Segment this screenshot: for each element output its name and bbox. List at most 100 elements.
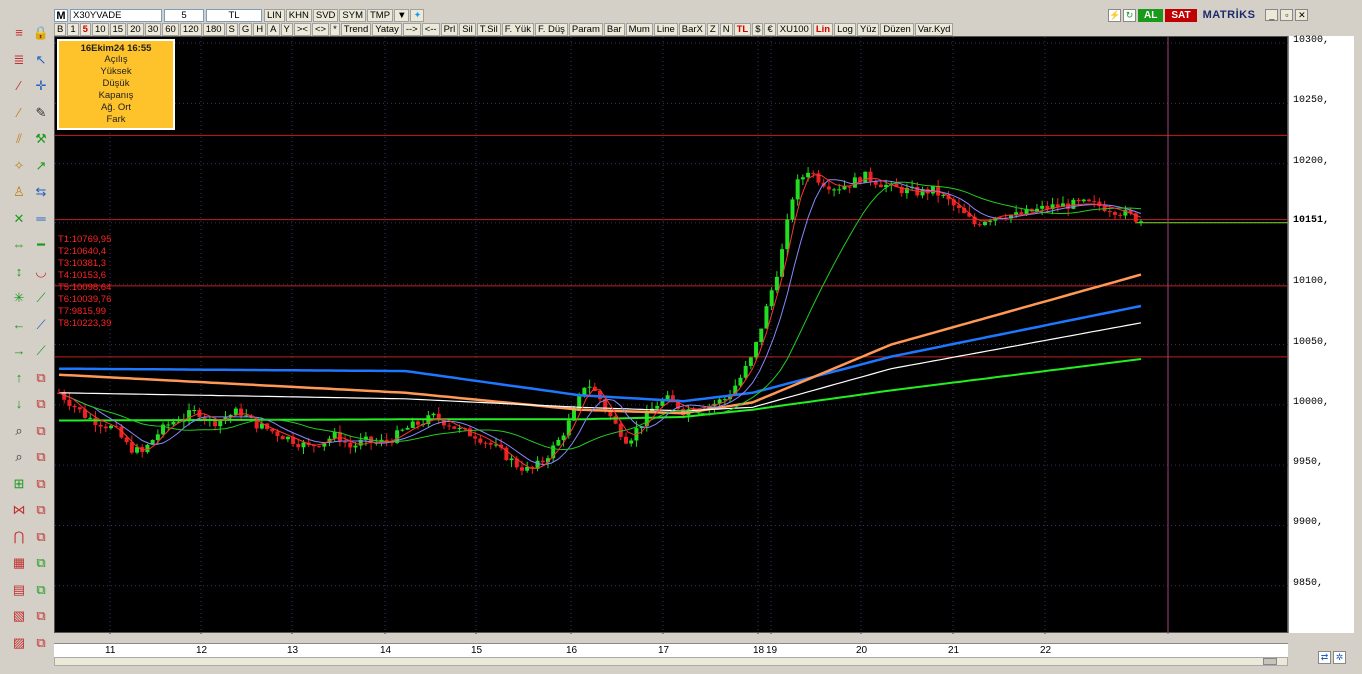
toolbar-button-sym36-36[interactable]: € xyxy=(764,22,776,36)
toolbar-button-h-12[interactable]: H xyxy=(253,22,267,36)
dropdown-arrow-icon[interactable]: ▼ xyxy=(394,8,410,22)
toolbar-button-line-30[interactable]: Line xyxy=(653,22,678,36)
period-combo[interactable]: 5 xyxy=(164,8,204,22)
scissors-icon[interactable]: ⋈ xyxy=(10,501,28,519)
menu-icon[interactable]: ≡ xyxy=(10,24,28,42)
toolbar-button-10-3[interactable]: 10 xyxy=(91,22,109,36)
toolbar-button-sym20-20[interactable]: --> xyxy=(402,22,421,36)
toolbar-button-180-9[interactable]: 180 xyxy=(202,22,225,36)
currency-combo[interactable]: TL xyxy=(206,8,262,22)
toolbar-button-mum-29[interactable]: Mum xyxy=(625,22,653,36)
toolbar-button-60-7[interactable]: 60 xyxy=(162,22,179,36)
stripe-icon[interactable]: ⧉ xyxy=(32,554,50,572)
bounce-icon[interactable]: ⧉ xyxy=(32,607,50,625)
cross-icon[interactable]: ⟋ xyxy=(32,316,50,334)
price-chart[interactable] xyxy=(55,37,1289,634)
toolbar-button-30-6[interactable]: 30 xyxy=(144,22,162,36)
corner-icon[interactable]: ▨ xyxy=(10,634,28,652)
asterisk-icon[interactable]: ✳ xyxy=(10,289,28,307)
bell-icon[interactable]: ♙ xyxy=(10,183,28,201)
grid-icon[interactable]: ⊞ xyxy=(10,475,28,493)
toolbar-button-fyk-25[interactable]: F. Yük xyxy=(501,22,534,36)
toolbar-button-20-5[interactable]: 20 xyxy=(127,22,144,36)
shrink-icon[interactable]: ⇔ xyxy=(10,236,28,254)
toolbar-button-fd-26[interactable]: F. Düş xyxy=(534,22,568,36)
cup-icon[interactable]: ◡ xyxy=(32,263,50,281)
toolbar-button-sym21-21[interactable]: <-- xyxy=(421,22,440,36)
settings-icon[interactable]: ✲ xyxy=(1333,650,1346,664)
toolbar-button-z-32[interactable]: Z xyxy=(706,22,719,36)
expand-icon[interactable]: ✕ xyxy=(10,210,28,228)
toolbar-button-sym35-35[interactable]: $ xyxy=(752,22,764,36)
ladder-icon[interactable]: ⧉ xyxy=(32,501,50,519)
toolbar-button-yz-40[interactable]: Yüz xyxy=(856,22,880,36)
time-axis[interactable]: 11 12 13 14 15 16 17 18 19 20 21 22 xyxy=(54,643,1288,657)
toolbar-button-5-2[interactable]: 5 xyxy=(79,22,91,36)
arrows-icon[interactable]: ⇆ xyxy=(32,183,50,201)
updown-icon[interactable]: ↕ xyxy=(10,263,28,281)
candle-icon[interactable]: ⧉ xyxy=(32,395,50,413)
toolbar-button-y-14[interactable]: Y xyxy=(280,22,293,36)
toolbar-button-prl-22[interactable]: Prl xyxy=(440,22,459,36)
magnet-icon[interactable]: ⋂ xyxy=(10,528,28,546)
step-icon[interactable]: ▧ xyxy=(10,607,28,625)
zoom-icon[interactable]: ⌕ xyxy=(10,448,28,466)
scrollbar-thumb[interactable] xyxy=(1263,658,1277,665)
buy-button[interactable]: AL xyxy=(1138,8,1164,22)
search-icon[interactable]: ⌕ xyxy=(10,422,28,440)
slope-icon[interactable]: ⧉ xyxy=(32,581,50,599)
toolbar-button-sym[interactable]: SYM xyxy=(339,8,366,22)
toolbar-button-param-27[interactable]: Param xyxy=(568,22,603,36)
minus-icon[interactable]: ━ xyxy=(32,236,50,254)
tool-icon[interactable]: ⚒ xyxy=(32,130,50,148)
sync-icon[interactable]: ⇄ xyxy=(1318,650,1331,664)
lock-icon[interactable]: 🔒 xyxy=(32,24,50,42)
ruler-icon[interactable]: ⧉ xyxy=(32,448,50,466)
toolbar-button-a-13[interactable]: A xyxy=(267,22,280,36)
sell-button[interactable]: SAT xyxy=(1165,8,1197,22)
toolbar-button-120-8[interactable]: 120 xyxy=(179,22,202,36)
left-icon[interactable]: ← xyxy=(10,316,28,334)
diag-icon[interactable]: ⟋ xyxy=(32,342,50,360)
toolbar-button-xu100-37[interactable]: XU100 xyxy=(776,22,812,36)
arrow-ne-icon[interactable]: ↖ xyxy=(32,51,50,69)
minimize-button[interactable]: _ xyxy=(1265,9,1279,21)
toolbar-button-sil-23[interactable]: Sil xyxy=(459,22,476,36)
toolbar-button-g-11[interactable]: G xyxy=(238,22,253,36)
toolbar-button-dzen-41[interactable]: Düzen xyxy=(880,22,914,36)
leaf-icon[interactable]: ⟋ xyxy=(32,289,50,307)
toolbar-button-n-33[interactable]: N xyxy=(719,22,733,36)
price-axis[interactable]: 10300, 10250, 10200, 10151, 10100, 10050, 1000… xyxy=(1288,35,1354,633)
dot-icon[interactable]: ▦ xyxy=(10,554,28,572)
toolbar-button-sym16-16[interactable]: <> xyxy=(311,22,330,36)
toolbar-button-sym17-17[interactable]: * xyxy=(330,22,340,36)
toolbar-button-lin[interactable]: LIN xyxy=(264,8,285,22)
toolbar-button-trend-18[interactable]: Trend xyxy=(340,22,372,36)
toolbar-button-1-1[interactable]: 1 xyxy=(67,22,79,36)
stack-icon[interactable]: ⧉ xyxy=(32,528,50,546)
chart-area[interactable] xyxy=(54,36,1289,634)
close-button[interactable]: ✕ xyxy=(1295,9,1309,21)
toolbar-button-lin-38[interactable]: Lin xyxy=(812,22,834,36)
lightning-icon[interactable]: ⚡ xyxy=(1108,8,1121,22)
toolbar-button-barx-31[interactable]: BarX xyxy=(678,22,706,36)
right-icon[interactable]: → xyxy=(10,342,28,360)
pencil-icon[interactable]: ⁄ xyxy=(10,104,28,122)
line-icon[interactable]: ⁄ xyxy=(10,77,28,95)
crosshair-icon[interactable]: ✛ xyxy=(32,77,50,95)
wave-icon[interactable]: ⧉ xyxy=(32,475,50,493)
tag-icon[interactable]: ⧉ xyxy=(32,634,50,652)
layers-icon[interactable]: ⫽ xyxy=(10,130,28,148)
toolbar-button-b-0[interactable]: B xyxy=(54,22,67,36)
app-logo[interactable]: M xyxy=(54,8,68,22)
restore-button[interactable]: ▫ xyxy=(1280,9,1294,21)
equals-icon[interactable]: ═ xyxy=(32,210,50,228)
toolbar-button-bar-28[interactable]: Bar xyxy=(603,22,625,36)
toolbar-button-tsil-24[interactable]: T.Sil xyxy=(476,22,501,36)
refresh-icon[interactable]: ↻ xyxy=(1123,8,1136,22)
toolbar-button-tmp[interactable]: TMP xyxy=(367,8,394,22)
toolbar-button-khn[interactable]: KHN xyxy=(285,8,312,22)
flag-icon[interactable]: ↗ xyxy=(32,157,50,175)
toolbar-button-log-39[interactable]: Log xyxy=(834,22,856,36)
hand-icon[interactable]: ✧ xyxy=(10,157,28,175)
